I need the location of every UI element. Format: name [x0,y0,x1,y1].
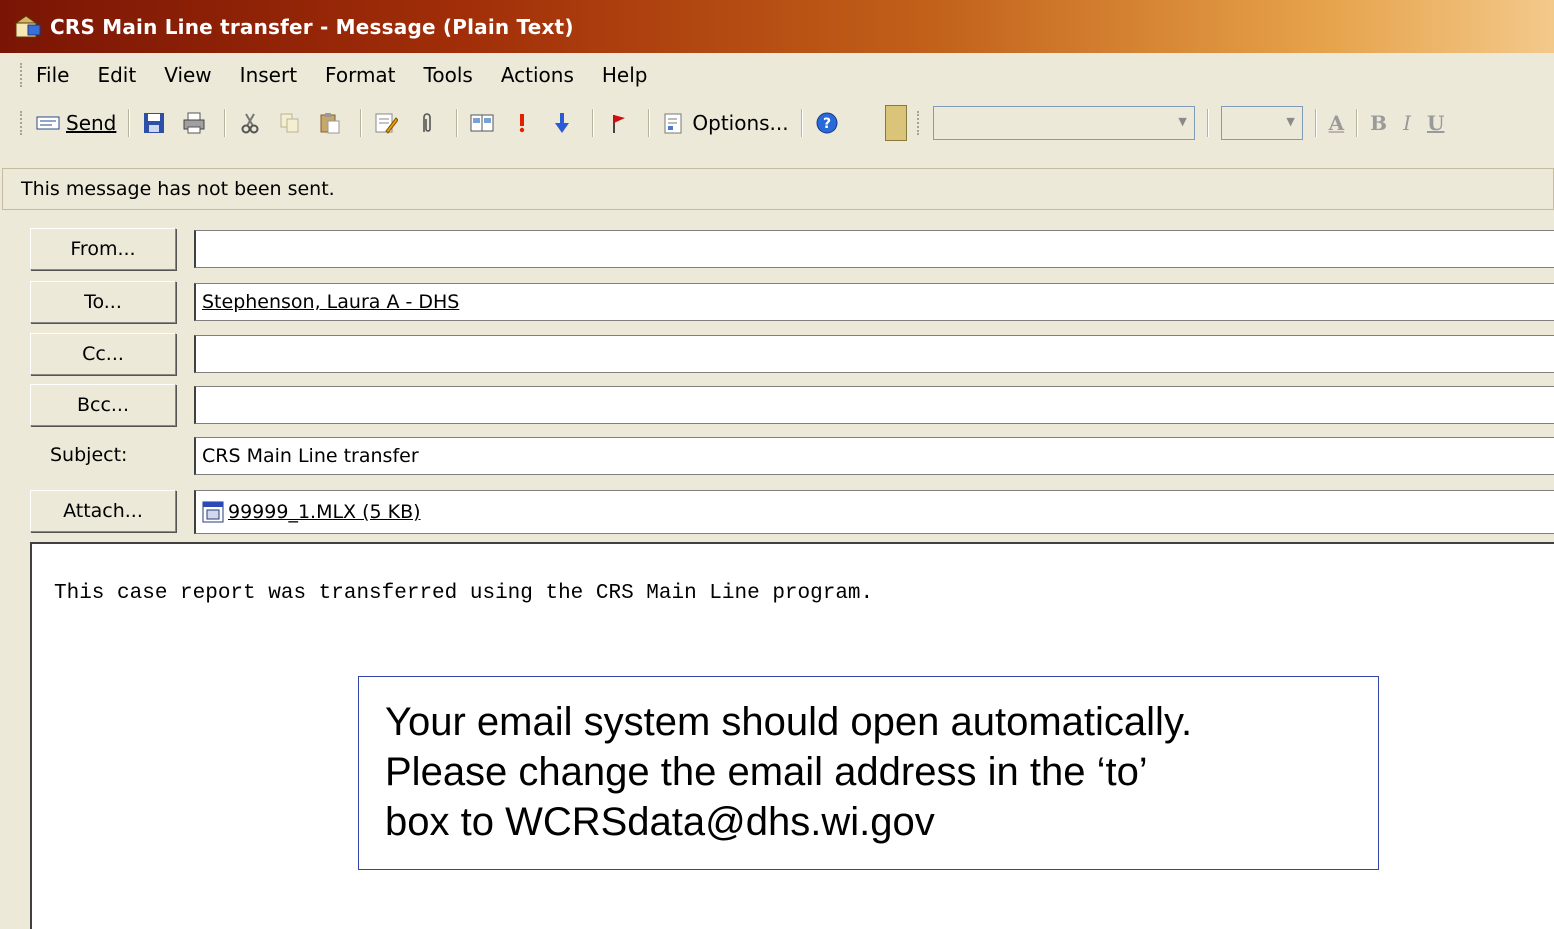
address-book-button[interactable] [470,112,500,134]
paste-icon [318,112,342,134]
options-icon [662,112,686,134]
cc-field[interactable] [194,335,1554,373]
cc-button-label: Cc... [82,343,124,365]
to-field[interactable]: Stephenson, Laura A - DHS [194,283,1554,321]
toolbar-separator [456,109,459,137]
bcc-field[interactable] [194,386,1554,424]
font-name-dropdown[interactable]: ▼ [932,106,1195,140]
toolbar-grip[interactable] [20,111,24,135]
to-button[interactable]: To... [30,281,176,323]
cc-button[interactable]: Cc... [30,333,176,375]
chevron-down-icon: ▼ [1178,115,1187,128]
from-field[interactable] [194,230,1554,268]
menu-file[interactable]: File [36,63,69,87]
callout-line-1: Your email system should open automatica… [385,700,1193,744]
instruction-callout: Your email system should open automatica… [358,676,1379,870]
attachment-file-icon [202,501,224,523]
copy-icon [278,112,302,134]
address-book-icon [470,112,494,134]
options-button[interactable]: Options... [662,111,789,135]
toolbar-separator [360,109,363,137]
menu-edit[interactable]: Edit [97,63,136,87]
menu-help[interactable]: Help [602,63,648,87]
toolbar-separator [648,109,651,137]
importance-low-icon [550,112,574,134]
svg-text:?: ? [823,116,831,132]
italic-button[interactable]: I [1403,111,1411,135]
toolbar-separator [592,109,595,137]
bcc-button[interactable]: Bcc... [30,384,176,426]
print-button[interactable] [182,112,212,134]
send-icon [36,112,60,134]
attach-button-label: Attach... [63,500,143,522]
spellcheck-icon [374,112,400,134]
toolbar-separator [1206,109,1209,137]
underline-button[interactable]: U [1427,111,1444,135]
underline-label: U [1426,111,1445,135]
standard-toolbar: Send Options... ? ▼ ▼ A B I U [0,98,1554,148]
font-color-label: A [1328,111,1345,135]
attachment-field[interactable]: 99999_1.MLX (5 KB) [194,490,1554,534]
bold-label: B [1370,111,1388,135]
help-button[interactable]: ? [815,112,845,134]
message-body-text: This case report was transferred using t… [54,582,874,605]
attachment-link[interactable]: 99999_1.MLX (5 KB) [228,501,421,523]
toolbar-separator [1356,109,1359,137]
toolbar-separator [128,109,131,137]
save-icon [142,112,166,134]
help-icon: ? [815,112,839,134]
menu-grip[interactable] [20,63,24,87]
follow-up-flag-button[interactable] [606,112,636,134]
menu-tools[interactable]: Tools [424,63,473,87]
options-label: Options... [692,111,789,135]
from-button[interactable]: From... [30,228,176,270]
importance-high-button[interactable] [510,112,540,134]
send-button[interactable]: Send [36,111,116,135]
subject-label: Subject: [50,444,128,466]
to-button-label: To... [84,291,122,313]
font-color-button[interactable]: A [1329,111,1345,135]
toolbar-separator [800,109,803,137]
subject-value: CRS Main Line transfer [202,445,419,467]
menu-insert[interactable]: Insert [240,63,297,87]
menu-bar: File Edit View Insert Format Tools Actio… [0,55,1554,95]
italic-label: I [1403,111,1411,135]
menu-actions[interactable]: Actions [501,63,574,87]
flag-icon [606,112,630,134]
attach-button[interactable]: Attach... [30,490,176,532]
title-bar: CRS Main Line transfer - Message (Plain … [0,0,1554,53]
save-button[interactable] [142,112,172,134]
message-window-icon [14,14,42,39]
callout-line-3: box to WCRSdata@dhs.wi.gov [385,800,935,844]
toolbar-separator [1314,109,1317,137]
callout-line-2: Please change the email address in the ‘… [385,750,1148,794]
info-bar-text: This message has not been sent. [21,178,335,200]
copy-button[interactable] [278,112,308,134]
paste-button[interactable] [318,112,348,134]
format-toolbar-grip[interactable] [916,111,921,135]
cut-button[interactable] [238,112,268,134]
window-title: CRS Main Line transfer - Message (Plain … [50,14,574,39]
attach-icon [414,112,438,134]
toolbar-separator [224,109,227,137]
to-recipient[interactable]: Stephenson, Laura A - DHS [202,291,459,313]
print-icon [182,112,206,134]
importance-high-icon [510,112,534,134]
menu-format[interactable]: Format [325,63,395,87]
cut-icon [238,112,262,134]
info-bar: This message has not been sent. [2,168,1554,210]
subject-field[interactable]: CRS Main Line transfer [194,437,1554,475]
chevron-down-icon: ▼ [1286,115,1295,128]
spellcheck-button[interactable] [374,112,404,134]
importance-low-button[interactable] [550,112,580,134]
attach-file-button[interactable] [414,112,444,134]
toolbar-chevron[interactable] [884,105,907,141]
from-button-label: From... [70,238,136,260]
font-size-dropdown[interactable]: ▼ [1220,106,1303,140]
bcc-button-label: Bcc... [76,394,130,416]
bold-button[interactable]: B [1370,111,1387,135]
menu-view[interactable]: View [164,63,211,87]
send-label: Send [66,111,117,135]
